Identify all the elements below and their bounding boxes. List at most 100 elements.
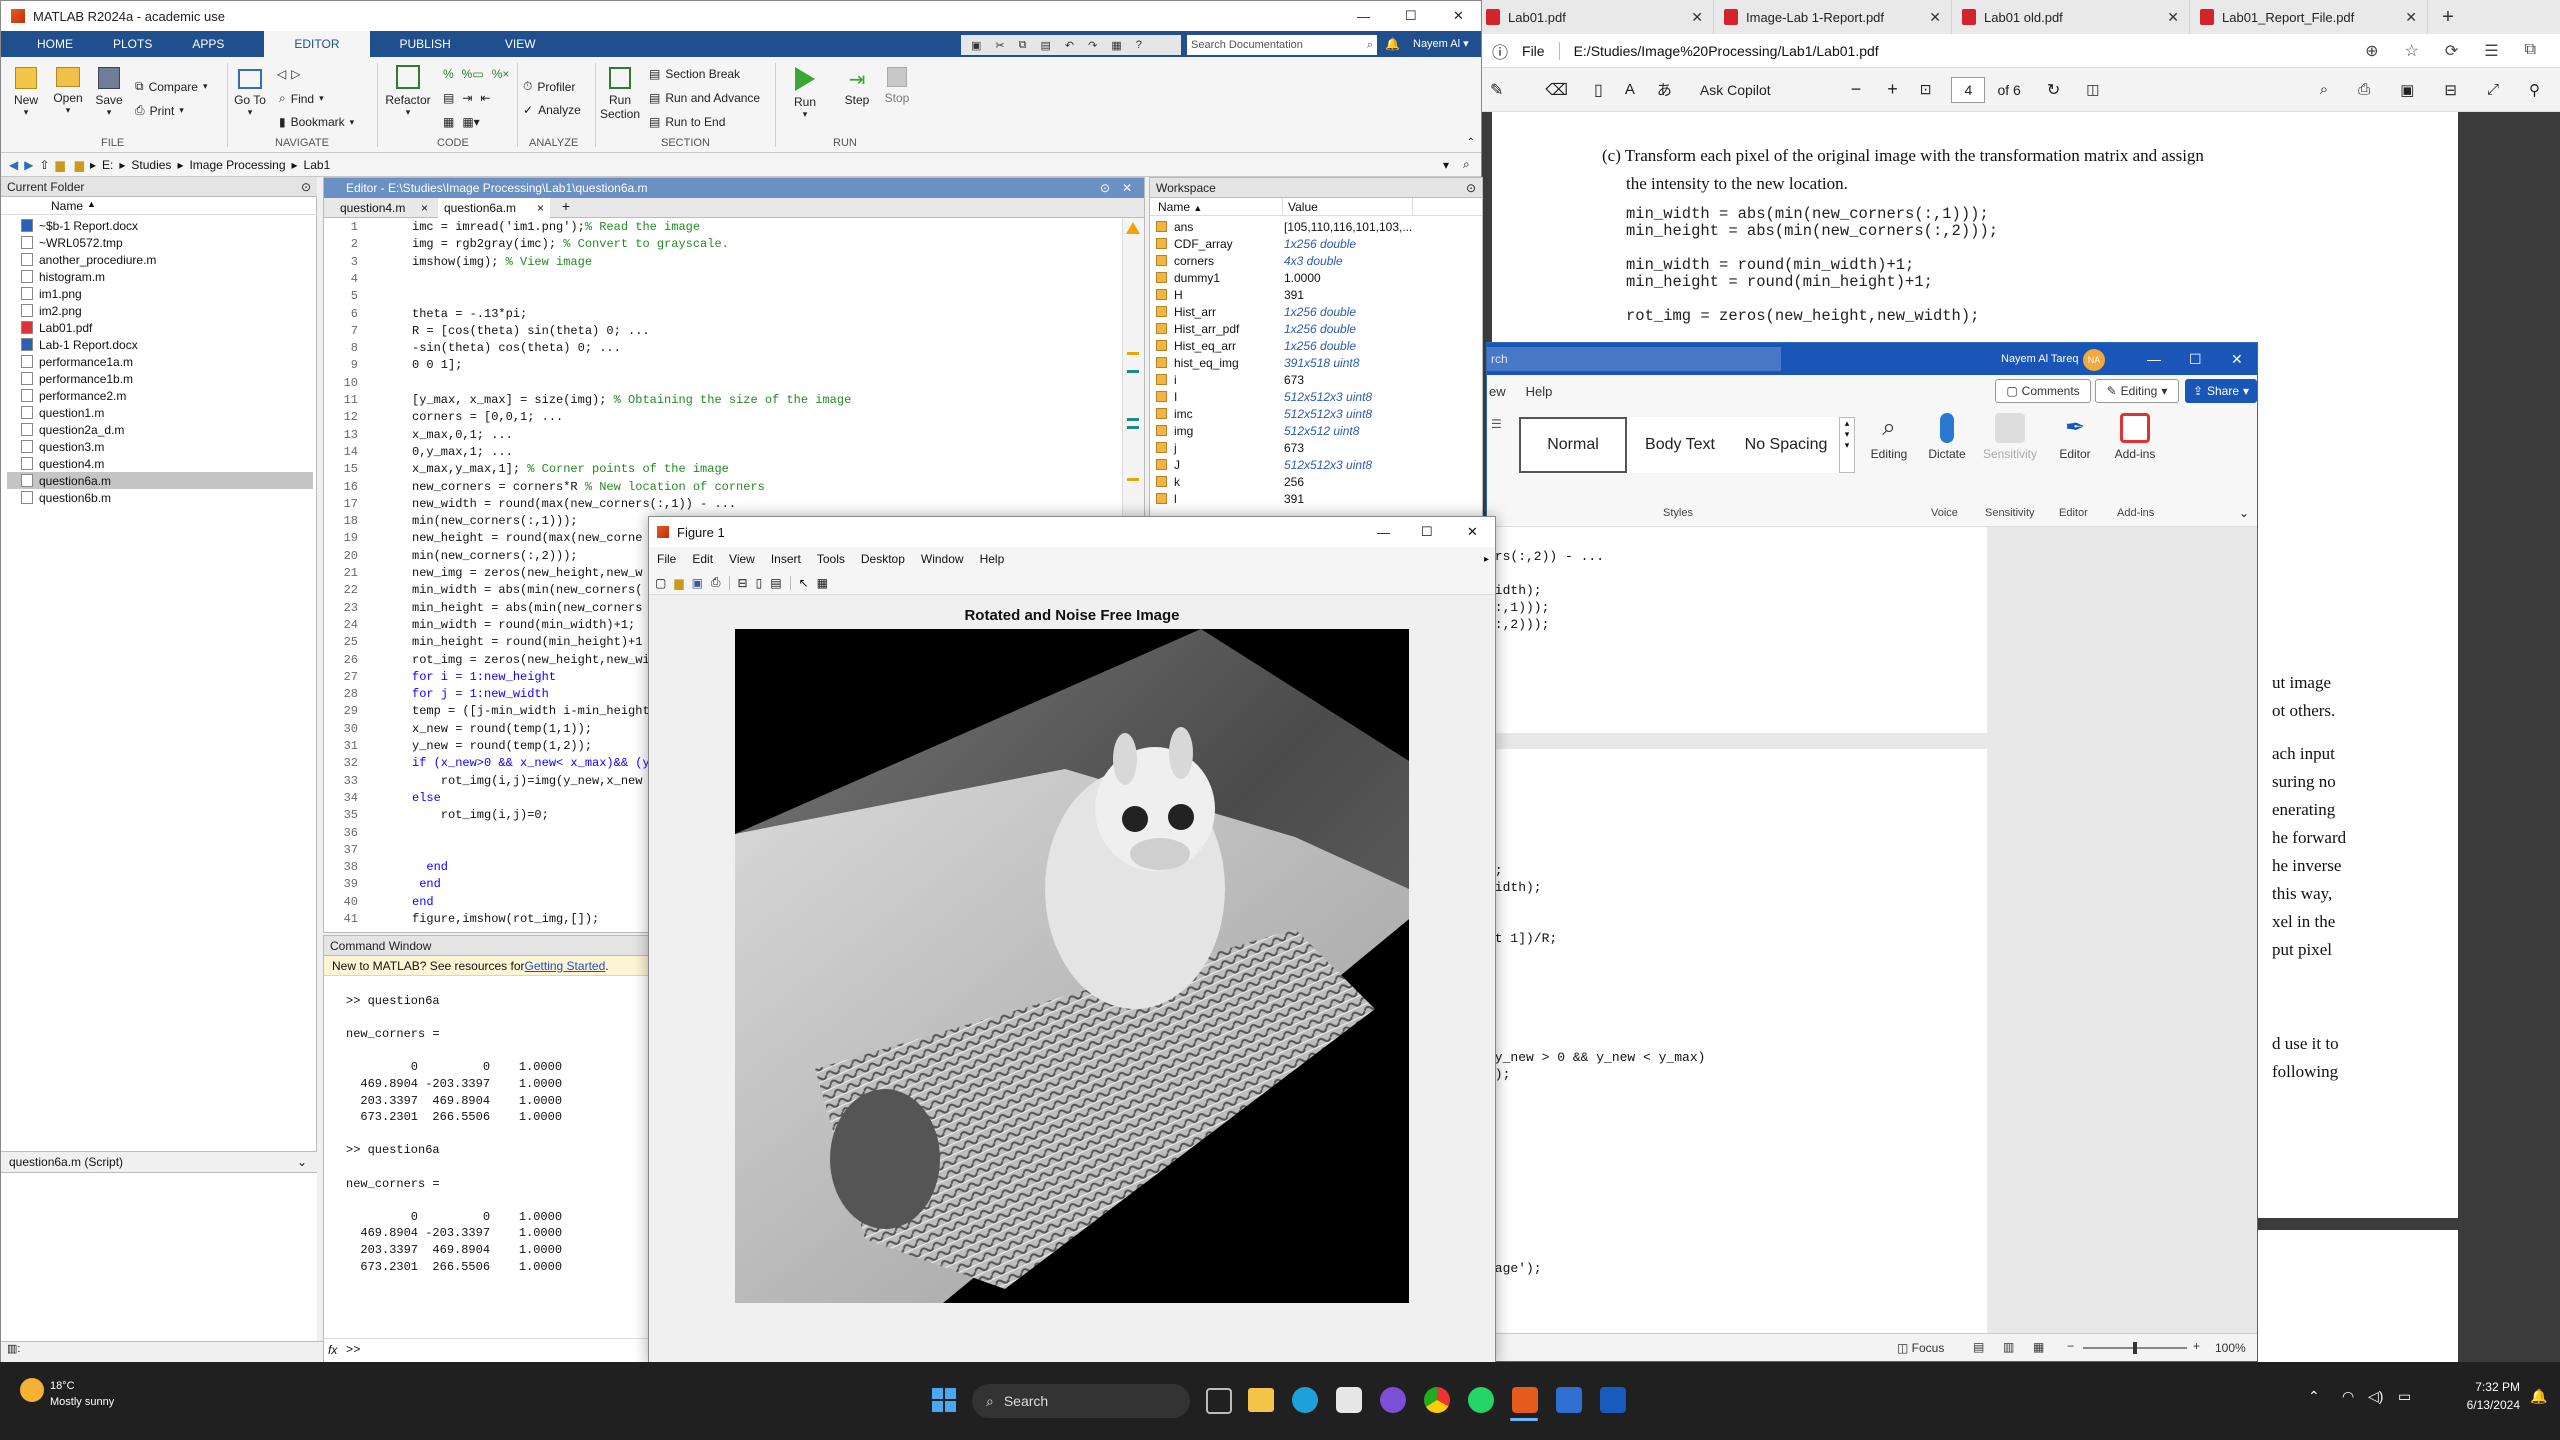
goto-button[interactable]: Go To ▾	[233, 69, 267, 118]
edge-tab-report[interactable]: Image-Lab 1-Report.pdf ✕	[1714, 0, 1952, 34]
panel-menu-icon[interactable]: ⊙	[301, 180, 311, 194]
analyze-button[interactable]: ✓ Analyze	[523, 103, 581, 117]
column-name[interactable]: Name	[51, 199, 83, 213]
file-list-item[interactable]: question6a.m	[7, 472, 313, 489]
notepad-icon[interactable]	[1556, 1387, 1582, 1413]
maximize-icon[interactable]: ☐	[1405, 8, 1417, 24]
extensions-icon[interactable]: ⟳	[2445, 41, 2458, 61]
code-line[interactable]: 2 img = rgb2gray(imc); % Convert to grays…	[324, 237, 1124, 254]
file-list-item[interactable]: ~$b-1 Report.docx	[21, 217, 311, 234]
fullscreen-icon[interactable]: ⤢	[2487, 81, 2499, 99]
open-file-icon[interactable]: ▆	[674, 576, 683, 590]
avatar[interactable]: NA	[2083, 349, 2105, 371]
close-icon[interactable]: ✕	[2167, 9, 2179, 26]
ask-copilot-button[interactable]: Ask Copilot	[1700, 82, 1771, 98]
menu-edit[interactable]: Edit	[692, 552, 713, 566]
save-as-icon[interactable]: ⊟	[2444, 81, 2457, 99]
workspace-variable-row[interactable]: H 391	[1150, 286, 1476, 303]
dock-arrow-icon[interactable]: ▸	[1484, 554, 1489, 565]
collapse-toolstrip-icon[interactable]: ⌃	[1467, 137, 1475, 148]
wrap-comments-icon[interactable]: %▭	[462, 67, 484, 81]
increase-indent-icon[interactable]: ⇥	[462, 91, 472, 105]
smart-indent-icon[interactable]: ▤	[443, 91, 454, 105]
refactor-button[interactable]: Refactor ▾	[383, 65, 433, 118]
erase-icon[interactable]: ⌫	[1545, 80, 1568, 100]
code-line[interactable]: 9 0 0 1];	[324, 358, 1124, 375]
property-inspector-icon[interactable]: ▦	[817, 576, 828, 590]
close-icon[interactable]: ✕	[2405, 9, 2417, 26]
page-view-icon[interactable]: ◫	[2086, 81, 2099, 98]
back-icon[interactable]: ◁	[277, 67, 286, 81]
workspace-variable-row[interactable]: Hist_eq_arr 1x256 double	[1150, 337, 1476, 354]
print-icon[interactable]: ⎙	[711, 575, 721, 590]
file-list-item[interactable]: performance1b.m	[21, 370, 311, 387]
menu-tools[interactable]: Tools	[817, 552, 845, 566]
search-documentation-input[interactable]: Search Documentation ⌕	[1187, 35, 1377, 55]
tab-question6a[interactable]: question6a.m ×	[438, 198, 550, 218]
menu-desktop[interactable]: Desktop	[861, 552, 905, 566]
menu-help[interactable]: Help	[980, 552, 1005, 566]
word-icon[interactable]	[1600, 1387, 1626, 1413]
run-to-end-button[interactable]: ▤ Run to End	[649, 115, 725, 129]
url-text[interactable]: E:/Studies/Image%20Processing/Lab1/Lab01…	[1574, 43, 1879, 59]
rotate-icon[interactable]: ↻	[2047, 80, 2060, 100]
column-name[interactable]: Name ▲	[1158, 200, 1202, 214]
code-options-icon[interactable]: ▦▾	[462, 115, 479, 129]
comments-button[interactable]: ▢ Comments	[1995, 379, 2091, 403]
code-line[interactable]: 17 new_width = round(max(new_corners(:,1)…	[324, 497, 1124, 514]
list-icon[interactable]: ☰	[1487, 407, 1507, 527]
code-line[interactable]: 5	[324, 289, 1124, 306]
battery-icon[interactable]: ▭	[2398, 1388, 2411, 1405]
collapse-ribbon-icon[interactable]: ⌄	[2239, 506, 2249, 520]
notification-icon[interactable]: 🔔	[2530, 1388, 2547, 1405]
forward-icon[interactable]: ▶	[24, 158, 33, 172]
up-folder-icon[interactable]: ⇧	[39, 158, 49, 172]
menu-file[interactable]: File	[657, 552, 676, 566]
run-advance-button[interactable]: ▤ Run and Advance	[649, 91, 760, 105]
help-icon[interactable]: ?	[1136, 39, 1142, 51]
search-icon[interactable]: ⌕	[1367, 39, 1373, 52]
compare-button[interactable]: ⧉ Compare ▾	[135, 79, 207, 94]
favorites-bar-icon[interactable]: ☰	[2484, 41, 2498, 61]
close-icon[interactable]: ✕	[1122, 181, 1132, 195]
minimize-icon[interactable]: —	[1377, 525, 1390, 540]
section-break-button[interactable]: ▤ Section Break	[649, 67, 740, 81]
info-marker[interactable]	[1127, 370, 1139, 373]
workspace-variable-row[interactable]: I 512x512x3 uint8	[1150, 388, 1476, 405]
panel-menu-icon[interactable]: ⊙	[1466, 181, 1476, 195]
workspace-variable-row[interactable]: i 673	[1150, 371, 1476, 388]
save-button[interactable]: Save ▾	[93, 67, 125, 118]
minimize-icon[interactable]: —	[1357, 9, 1370, 24]
whatsapp-icon[interactable]	[1468, 1387, 1494, 1413]
editor-options-icon[interactable]: ⊙	[1100, 181, 1110, 195]
tab-editor[interactable]: EDITOR	[264, 31, 370, 57]
code-line[interactable]: 7 R = [cos(theta) sin(theta) 0; ...	[324, 324, 1124, 341]
menu-insert[interactable]: Insert	[771, 552, 801, 566]
file-details-bar[interactable]: question6a.m (Script) ⌄	[1, 1151, 317, 1173]
messenger-icon[interactable]	[1380, 1387, 1406, 1413]
format-icon[interactable]: ▦	[443, 115, 454, 129]
print-layout-icon[interactable]: ▥	[2003, 1340, 2014, 1354]
getting-started-link[interactable]: Getting Started	[525, 959, 606, 973]
weather-temp[interactable]: 18°C	[50, 1380, 75, 1392]
clock-date[interactable]: 6/13/2024	[2450, 1398, 2520, 1412]
edge-tab-lab01-old[interactable]: Lab01 old.pdf ✕	[1952, 0, 2190, 34]
breadcrumb-image-processing[interactable]: Image Processing	[189, 158, 285, 172]
maximize-icon[interactable]: ☐	[2189, 351, 2202, 368]
info-marker[interactable]	[1127, 418, 1139, 421]
breadcrumb-studies[interactable]: Studies	[131, 158, 171, 172]
draw-icon[interactable]: ✎	[1490, 80, 1503, 100]
zoom-icon[interactable]: ⊕	[2365, 41, 2378, 61]
workspace-variable-row[interactable]: hist_eq_img 391x518 uint8	[1150, 354, 1476, 371]
workspace-variable-row[interactable]: img 512x512 uint8	[1150, 422, 1476, 439]
menu-view[interactable]: View	[729, 552, 755, 566]
code-line[interactable]: 12 corners = [0,0,1; ...	[324, 410, 1124, 427]
clock-time[interactable]: 7:32 PM	[2450, 1380, 2520, 1394]
read-aloud-icon[interactable]: A	[1625, 81, 1635, 98]
style-normal[interactable]: Normal	[1519, 417, 1627, 473]
print-button[interactable]: ⎙ Print ▾	[135, 103, 184, 118]
collections-icon[interactable]: ⧉	[2525, 41, 2536, 61]
workspace-variable-row[interactable]: ans [105,110,116,101,103,...	[1150, 218, 1476, 235]
file-list-item[interactable]: histogram.m	[21, 268, 311, 285]
stop-button[interactable]: Stop	[877, 67, 917, 105]
